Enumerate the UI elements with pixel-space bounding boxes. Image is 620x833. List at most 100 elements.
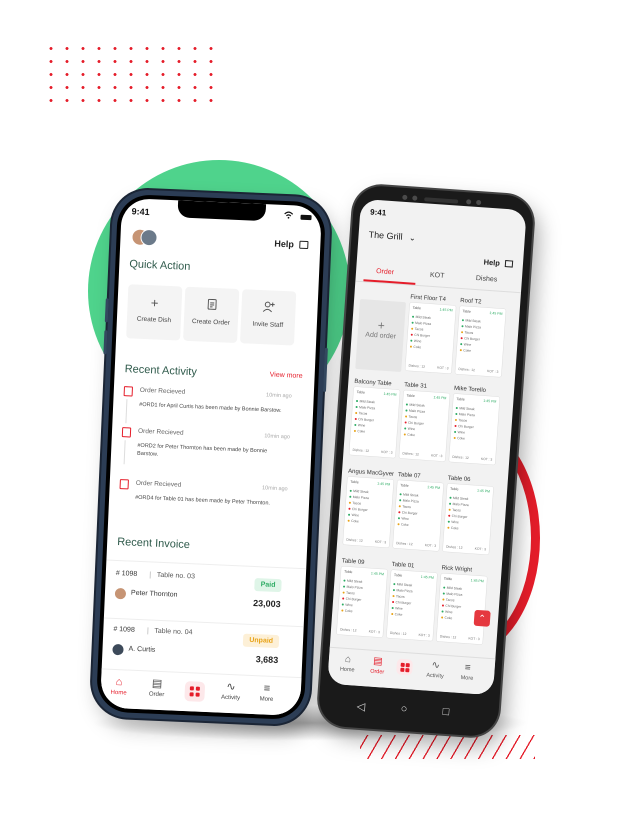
- create-dish-button[interactable]: + Create Dish: [126, 284, 183, 341]
- tab-label: Home: [339, 666, 355, 674]
- order-item: Malo Pizza: [411, 321, 431, 326]
- order-item: Malo Pizza: [392, 588, 413, 593]
- tab-kot[interactable]: KOT: [430, 272, 445, 280]
- scroll-up-button[interactable]: ⌃: [473, 609, 491, 627]
- table-card[interactable]: Table 1:45 PM Mild Steak Malo Pizza Tacos Chi…: [349, 386, 400, 458]
- card-dishes-count: Dishes : 12: [352, 447, 370, 453]
- tab-order[interactable]: ▤ Order: [362, 655, 393, 676]
- order-item: Tacos: [355, 411, 367, 416]
- order-item: Chi Burger: [410, 333, 430, 338]
- table-card[interactable]: Table 1:45 PM Mild Steak Malo Pizza Tacos Chi…: [342, 476, 394, 548]
- order-item: Coke: [447, 526, 459, 530]
- dishes-grid-button[interactable]: [184, 681, 206, 702]
- card-dishes-count: Dishes : 12: [346, 537, 363, 543]
- table-card[interactable]: Table 1:45 PM Mild Steak Malo Pizza Tacos Chi…: [392, 480, 444, 552]
- card-kot-count: KOT : 3: [424, 543, 437, 548]
- table-card[interactable]: Table 1:45 PM Mild Steak Malo Pizza Tacos Chi…: [405, 302, 456, 374]
- card-header: Table: [412, 305, 422, 311]
- order-item: Coke: [397, 522, 409, 527]
- card-time: 1:45 PM: [370, 571, 385, 577]
- tab-dishes[interactable]: Dishes: [476, 275, 498, 283]
- add-order-button[interactable]: + Add order: [355, 299, 407, 373]
- red-dot-pattern: [43, 42, 213, 110]
- card-header: Table: [350, 479, 359, 485]
- order-item: Tacos: [392, 594, 405, 599]
- tab-label: Order: [148, 691, 165, 699]
- table-card[interactable]: Table 1:45 PM Mild Steak Malo Pizza Tacos Chi…: [436, 573, 488, 645]
- table-name: Table 31: [404, 382, 428, 390]
- tab-activity[interactable]: ∿ Activity: [212, 680, 249, 702]
- help-button[interactable]: Help: [274, 239, 309, 250]
- recents-icon[interactable]: □: [442, 706, 449, 718]
- home-circle-icon[interactable]: ○: [400, 703, 407, 715]
- order-item: Coke: [353, 429, 365, 434]
- create-order-label: Create Order: [191, 318, 230, 327]
- recent-invoice-title: Recent Invoice: [116, 535, 191, 552]
- help-label: Help: [483, 257, 501, 268]
- dishes-grid-button[interactable]: [396, 658, 414, 676]
- back-icon[interactable]: ◁: [356, 700, 365, 714]
- invoice-card[interactable]: # 1098 Table no. 03 Peter Thornton Paid …: [114, 570, 284, 623]
- order-item: Mild Steak: [393, 582, 412, 587]
- tab-more[interactable]: ≡ More: [248, 682, 285, 704]
- create-order-button[interactable]: Create Order: [183, 286, 240, 344]
- tab-more[interactable]: ≡ More: [452, 661, 483, 682]
- order-item: Wine: [447, 520, 459, 524]
- order-item: Wine: [460, 342, 471, 347]
- invite-staff-button[interactable]: Invite Staff: [239, 289, 297, 346]
- tab-home[interactable]: ⌂ Home: [332, 653, 363, 674]
- table-card[interactable]: Table 1:45 PM Mild Steak Malo Pizza Tacos Chi…: [386, 569, 438, 641]
- activity-description: #ORD2 for Peter Thornton has been made b…: [136, 442, 268, 458]
- activity-title: Order Recieved: [137, 427, 184, 437]
- activity-description: #ORD4 for Table 01 has been made by Pete…: [135, 494, 271, 507]
- home-screen: 9:41 Help Quick Action + Create Dish Cre…: [99, 197, 323, 717]
- order-item: Tacos: [454, 418, 467, 423]
- card-header: Table: [400, 483, 409, 488]
- order-item: Chi Burger: [404, 420, 424, 426]
- order-item: Chi Burger: [441, 603, 461, 609]
- wifi-icon: [283, 211, 294, 221]
- table-card[interactable]: Table 1:45 PM Mild Steak Malo Pizza Tacos Chi…: [449, 393, 500, 465]
- order-item: Chi Burger: [460, 336, 480, 341]
- recent-activity-title: Recent Activity: [124, 363, 198, 379]
- timeline-line: [125, 399, 128, 424]
- view-more-link[interactable]: View more: [270, 371, 303, 379]
- order-item: Mild Steak: [449, 496, 468, 501]
- table-name: Roof T2: [460, 298, 482, 306]
- table-card[interactable]: Table 1:45 PM Mild Steak Malo Pizza Tacos Chi…: [336, 566, 388, 638]
- activity-time: 10min ago: [265, 392, 292, 400]
- card-time: 1:45 PM: [433, 395, 447, 401]
- table-name: Table 06: [447, 475, 471, 484]
- order-item: Coke: [441, 615, 452, 620]
- tab-order[interactable]: ▤ Order: [138, 677, 175, 699]
- status-time: 9:41: [369, 207, 387, 218]
- order-item: Chi Burger: [392, 600, 411, 605]
- tab-home[interactable]: ⌂ Home: [100, 675, 137, 697]
- tab-activity[interactable]: ∿ Activity: [420, 659, 451, 680]
- activity-title: Order Recieved: [139, 386, 186, 396]
- order-item: Malo Pizza: [355, 405, 375, 410]
- restaurant-selector[interactable]: The Grill ⌄: [368, 229, 416, 242]
- chat-icon: [504, 260, 514, 268]
- tab-order[interactable]: Order: [376, 268, 394, 276]
- help-button[interactable]: Help: [483, 257, 514, 269]
- order-item: Tacos: [348, 501, 361, 506]
- activity-item[interactable]: Order Recieved 10min ago #ORD2 for Peter…: [120, 427, 290, 482]
- order-item: Malo Pizza: [399, 498, 419, 504]
- activity-item[interactable]: Order Recieved 10min ago #ORD1 for April…: [122, 386, 292, 433]
- home-icon: ⌂: [115, 676, 123, 689]
- home-icon: ⌂: [344, 653, 352, 666]
- activity-description: #ORD1 for April Curtis has been made by …: [139, 401, 282, 415]
- order-item: Mild Steak: [411, 315, 431, 320]
- order-item: Malo Pizza: [448, 502, 469, 507]
- table-card[interactable]: Table 1:45 PM Mild Steak Malo Pizza Tacos Chi…: [399, 390, 450, 462]
- order-item: Malo Pizza: [461, 324, 481, 330]
- table-card[interactable]: Table 1:45 PM Mild Steak Malo Pizza Tacos Chi…: [455, 305, 506, 378]
- order-item: Mild Steak: [399, 492, 419, 498]
- activity-item[interactable]: Order Recieved 10min ago #ORD4 for Table…: [118, 479, 288, 526]
- table-card[interactable]: Table 1:45 PM Mild Steak Malo Pizza Tacos Chi…: [442, 483, 494, 555]
- card-kot-count: KOT : 3: [374, 539, 387, 545]
- card-header: Table: [456, 396, 465, 402]
- order-item: Malo Pizza: [342, 585, 363, 590]
- order-item: Coke: [391, 612, 403, 617]
